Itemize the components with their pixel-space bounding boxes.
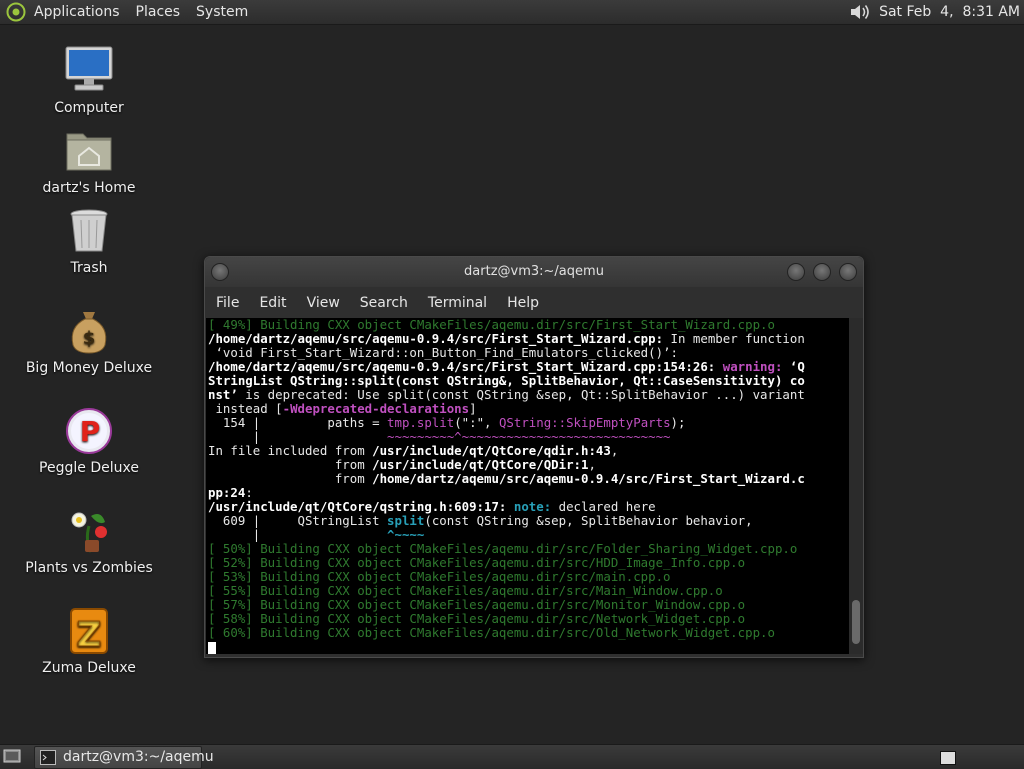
workspace-switcher[interactable] <box>940 751 956 765</box>
desktop-icon-label: Plants vs Zombies <box>25 560 153 576</box>
trash-icon <box>70 209 108 252</box>
close-button[interactable] <box>839 263 857 281</box>
terminal-line: [ 58%] Building CXX object CMakeFiles/aq… <box>208 611 746 626</box>
taskbar-terminal-button[interactable]: dartz@vm3:~/aqemu <box>34 746 214 769</box>
svg-text:P: P <box>80 415 101 448</box>
terminal-line: | ~~~~~~~~~^~~~~~~~~~~~~~~~~~~~~~~~~~~~~ <box>208 429 671 444</box>
terminal-menubar: File Edit View Search Terminal Help <box>205 289 863 317</box>
desktop-icon-home[interactable]: dartz's Home <box>24 126 154 196</box>
terminal-line: [ 57%] Building CXX object CMakeFiles/aq… <box>208 597 746 612</box>
terminal-line: [ 52%] Building CXX object CMakeFiles/aq… <box>208 555 746 570</box>
desktop-icon-big-money[interactable]: $ Big Money Deluxe <box>24 306 154 376</box>
window-menu-button[interactable] <box>211 263 229 281</box>
terminal-icon <box>40 750 56 765</box>
terminal-prompt-line[interactable] <box>208 642 850 654</box>
menu-help[interactable]: Help <box>507 295 539 311</box>
desktop-icon-label: Peggle Deluxe <box>39 460 139 476</box>
terminal-line: [ 60%] Building CXX object CMakeFiles/aq… <box>208 625 775 640</box>
terminal-scrollbar[interactable] <box>849 318 863 654</box>
desktop-icon-peggle[interactable]: P Peggle Deluxe <box>24 406 154 476</box>
plants-icon <box>71 512 107 553</box>
window-title: dartz@vm3:~/aqemu <box>464 264 604 279</box>
computer-icon <box>65 46 113 91</box>
svg-text:Z: Z <box>77 615 102 655</box>
terminal-line: [ 53%] Building CXX object CMakeFiles/aq… <box>208 569 671 584</box>
terminal-line: instead [-Wdeprecated-declarations] <box>208 401 477 416</box>
applications-menu[interactable]: Applications <box>34 4 120 20</box>
minimize-button[interactable] <box>787 263 805 281</box>
terminal-line: [ 49%] Building CXX object CMakeFiles/aq… <box>208 318 775 332</box>
taskbar-button-label: dartz@vm3:~/aqemu <box>63 749 214 765</box>
places-menu[interactable]: Places <box>136 4 181 20</box>
menu-edit[interactable]: Edit <box>259 295 286 311</box>
distro-logo-icon[interactable] <box>6 2 26 22</box>
system-menu[interactable]: System <box>196 4 248 20</box>
terminal-line: /home/dartz/aqemu/src/aqemu-0.9.4/src/Fi… <box>208 359 805 374</box>
peggle-icon: P <box>66 408 112 454</box>
terminal-line: 609 | QStringList split(const QString &s… <box>208 513 753 528</box>
home-folder-icon <box>66 133 112 171</box>
menu-search[interactable]: Search <box>360 295 408 311</box>
zuma-icon: Z <box>70 608 108 656</box>
terminal-output[interactable]: [ 49%] Building CXX object CMakeFiles/aq… <box>206 318 850 654</box>
desktop-icon-computer[interactable]: Computer <box>24 44 154 116</box>
money-bag-icon: $ <box>71 312 107 354</box>
svg-text:$: $ <box>83 328 96 349</box>
terminal-line: /usr/include/qt/QtCore/qstring.h:609:17:… <box>208 499 656 514</box>
terminal-line: from /home/dartz/aqemu/src/aqemu-0.9.4/s… <box>208 471 805 486</box>
top-panel: Applications Places System Sat Feb 4, 8:… <box>0 0 1024 25</box>
terminal-line: [ 55%] Building CXX object CMakeFiles/aq… <box>208 583 723 598</box>
terminal-line: In file included from /usr/include/qt/Qt… <box>208 443 619 458</box>
terminal-line: StringList QString::split(const QString&… <box>208 373 805 388</box>
terminal-line: nst’ is deprecated: Use split(const QStr… <box>208 387 805 402</box>
terminal-line: from /usr/include/qt/QtCore/QDir:1, <box>208 457 596 472</box>
menu-file[interactable]: File <box>216 295 239 311</box>
desktop-icon-label: Zuma Deluxe <box>42 660 136 676</box>
desktop-icon-zuma[interactable]: Z Zuma Deluxe <box>24 606 154 676</box>
menu-view[interactable]: View <box>307 295 340 311</box>
maximize-button[interactable] <box>813 263 831 281</box>
desktop-icon-label: dartz's Home <box>42 180 136 196</box>
volume-icon[interactable] <box>849 2 871 22</box>
desktop-icon-plants-vs-zombies[interactable]: Plants vs Zombies <box>24 506 154 576</box>
terminal-line: pp:24: <box>208 485 253 500</box>
menu-terminal[interactable]: Terminal <box>428 295 487 311</box>
terminal-window[interactable]: dartz@vm3:~/aqemu File Edit View Search … <box>204 256 864 658</box>
terminal-line: 154 | paths = tmp.split(":", QString::Sk… <box>208 415 686 430</box>
text-cursor <box>208 642 216 654</box>
terminal-line: | ^~~~~ <box>208 527 425 542</box>
desktop-icon-label: Computer <box>54 100 124 116</box>
terminal-line: /home/dartz/aqemu/src/aqemu-0.9.4/src/Fi… <box>208 331 805 346</box>
scrollbar-thumb[interactable] <box>852 600 860 644</box>
desktop-icon-label: Big Money Deluxe <box>25 360 153 376</box>
terminal-titlebar[interactable]: dartz@vm3:~/aqemu <box>205 257 863 287</box>
desktop-icon-trash[interactable]: Trash <box>24 206 154 276</box>
terminal-line: [ 50%] Building CXX object CMakeFiles/aq… <box>208 541 798 556</box>
terminal-line: ‘void First_Start_Wizard::on_Button_Find… <box>208 345 678 360</box>
show-desktop-icon[interactable] <box>3 748 21 765</box>
bottom-panel: dartz@vm3:~/aqemu <box>0 744 1024 769</box>
desktop-icon-label: Trash <box>70 260 108 276</box>
clock[interactable]: Sat Feb 4, 8:31 AM <box>879 4 1020 20</box>
